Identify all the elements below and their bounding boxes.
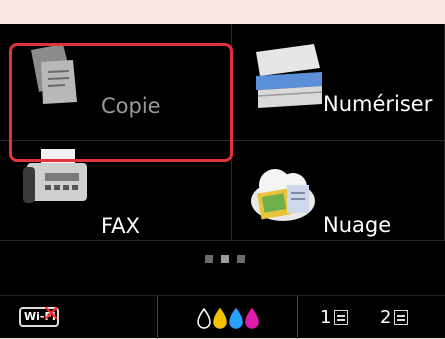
tile-scan-label: Numériser [323, 92, 433, 116]
tile-cloud-label: Nuage [323, 213, 392, 237]
ink-drop-icon [197, 307, 211, 329]
ink-drop-icon [245, 307, 259, 329]
tray-1-label: 1 [320, 307, 332, 328]
tray-1[interactable]: 1 [320, 307, 349, 328]
page-indicator [205, 255, 245, 263]
status-bar: Wi-Fi ✕ 1 2 [0, 295, 445, 339]
paper-tray-status[interactable]: 1 2 [298, 296, 445, 339]
wifi-status-button[interactable]: Wi-Fi ✕ [0, 296, 158, 339]
tile-scan[interactable]: Numériser [232, 24, 445, 141]
tile-fax-label: FAX [101, 214, 140, 238]
ink-drop-icon [213, 307, 227, 329]
printer-touchscreen: Copie Numériser FAX Nuage Wi-Fi ✕ 1 2 [0, 24, 445, 339]
paper-tray-icon [394, 310, 409, 325]
cloud-icon [251, 169, 315, 221]
ink-drop-icon [229, 307, 243, 329]
scanner-icon [256, 44, 323, 108]
paper-tray-icon [334, 310, 349, 325]
disconnected-x-icon: ✕ [42, 302, 61, 327]
page-dot [205, 255, 213, 263]
tray-2-label: 2 [380, 307, 392, 328]
page-dot-current [221, 255, 229, 263]
ink-levels-icon [197, 307, 259, 329]
tray-2[interactable]: 2 [380, 307, 409, 328]
tile-cloud[interactable]: Nuage [232, 141, 445, 241]
selection-highlight [9, 43, 233, 162]
ink-status-button[interactable] [158, 296, 298, 339]
page-dot [237, 255, 245, 263]
